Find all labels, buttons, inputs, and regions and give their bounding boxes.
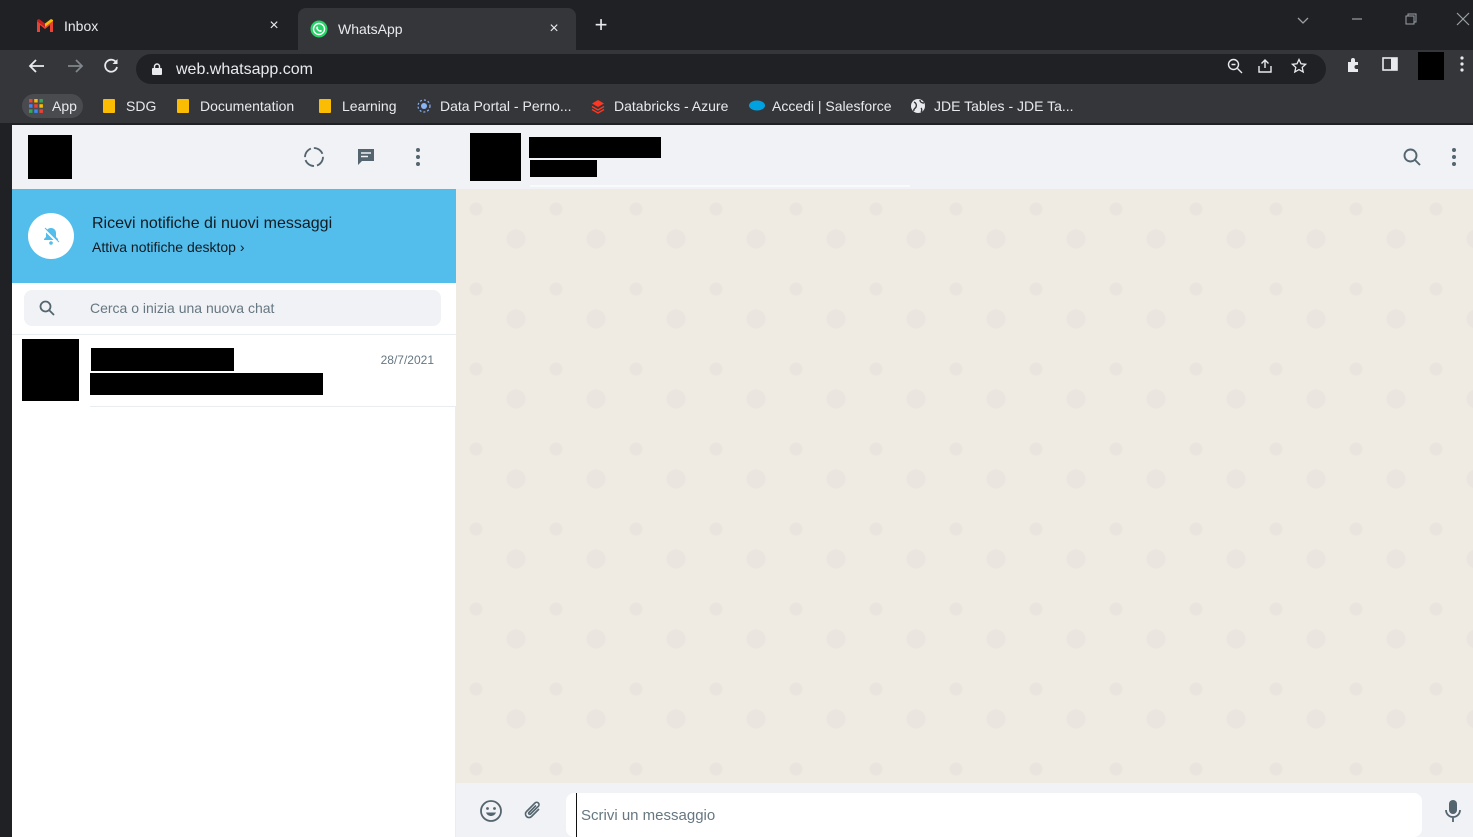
composer-bar (456, 783, 1473, 837)
bell-off-icon (28, 213, 74, 259)
search-input[interactable] (90, 290, 430, 326)
conversation-menu-icon[interactable] (1442, 145, 1466, 169)
share-icon[interactable] (1254, 58, 1276, 80)
back-icon[interactable] (24, 56, 50, 82)
enable-desktop-notifications-link[interactable]: Attiva notifiche desktop › (92, 239, 245, 255)
bookmarks-bar: App SDG Documentation Learning Data Port… (0, 88, 1473, 124)
minimize-icon[interactable] (1346, 12, 1368, 30)
divider (90, 406, 456, 407)
tab-search-chevron-icon[interactable] (1292, 12, 1314, 30)
bookmark-label: Accedi | Salesforce (772, 98, 892, 114)
bookmark-databricks[interactable]: Databricks - Azure (590, 94, 728, 118)
notification-title: Ricevi notifiche di nuovi messaggi (92, 215, 333, 232)
bookmark-label: JDE Tables - JDE Ta... (934, 98, 1074, 114)
emoji-icon[interactable] (478, 798, 504, 824)
conversation-header[interactable] (456, 125, 1473, 189)
search-bar (12, 283, 456, 335)
new-chat-icon[interactable] (354, 145, 378, 169)
conversation-panel (456, 125, 1473, 837)
message-box[interactable] (566, 793, 1422, 837)
message-input[interactable] (576, 793, 1406, 837)
bookmark-label: App (52, 98, 77, 114)
new-tab-button[interactable]: + (588, 12, 614, 38)
apps-grid-icon (28, 98, 44, 114)
search-box[interactable] (24, 290, 441, 326)
tab-close-icon[interactable]: × (544, 20, 564, 38)
chat-list-item[interactable]: 28/7/2021 (12, 335, 456, 407)
bookmark-label: Learning (342, 98, 397, 114)
salesforce-icon (748, 98, 765, 114)
contact-status-redacted (530, 160, 597, 177)
my-avatar[interactable] (28, 135, 72, 179)
contact-avatar[interactable] (470, 133, 521, 181)
search-messages-icon[interactable] (1400, 145, 1424, 169)
microphone-icon[interactable] (1440, 798, 1466, 824)
bookmark-label: SDG (126, 98, 157, 114)
close-window-icon[interactable] (1452, 12, 1473, 31)
browser-tab-strip: Inbox × WhatsApp × + (0, 0, 1473, 50)
bookmark-learning[interactable]: Learning (318, 94, 397, 118)
lock-icon (152, 62, 162, 75)
reload-icon[interactable] (98, 56, 124, 82)
chat-list-panel: Ricevi notifiche di nuovi messaggi Attiv… (12, 125, 456, 837)
bookmark-salesforce[interactable]: Accedi | Salesforce (748, 94, 892, 118)
bookmark-label: Documentation (200, 98, 295, 114)
whatsapp-icon (310, 20, 328, 38)
bookmark-star-icon[interactable] (1288, 57, 1310, 80)
chat-avatar (22, 339, 79, 401)
bookmark-label: Data Portal - Perno... (440, 98, 572, 114)
url-text: web.whatsapp.com (176, 61, 313, 78)
tab-inbox[interactable]: Inbox × (24, 8, 296, 44)
globe-icon (910, 98, 926, 114)
message-area (456, 189, 1473, 783)
tab-whatsapp[interactable]: WhatsApp × (298, 8, 576, 50)
attach-icon[interactable] (520, 798, 546, 824)
tab-inbox-label: Inbox (64, 18, 99, 34)
extensions-icon[interactable] (1342, 56, 1366, 80)
chat-last-message-redacted (90, 373, 323, 395)
search-icon (38, 299, 56, 317)
bookmark-sdg[interactable]: SDG (102, 94, 156, 118)
chat-date: 28/7/2021 (380, 353, 434, 367)
databricks-icon (590, 98, 606, 114)
left-header (12, 125, 456, 189)
bookmark-apps[interactable]: App (22, 94, 83, 118)
chat-name-redacted (91, 348, 234, 371)
side-panel-icon[interactable] (1378, 56, 1402, 80)
folder-icon (318, 98, 334, 114)
menu-icon[interactable] (406, 145, 430, 169)
divider (530, 185, 910, 187)
gmail-icon (36, 17, 54, 35)
restore-icon[interactable] (1400, 12, 1422, 30)
bookmark-label: Databricks - Azure (614, 98, 729, 114)
status-icon[interactable] (302, 145, 326, 169)
folder-icon (102, 98, 118, 114)
profile-avatar[interactable] (1418, 52, 1444, 80)
bookmark-jde-tables[interactable]: JDE Tables - JDE Ta... (910, 94, 1074, 118)
browser-toolbar: web.whatsapp.com (0, 50, 1473, 88)
whatsapp-app: Ricevi notifiche di nuovi messaggi Attiv… (12, 125, 1473, 837)
tab-whatsapp-label: WhatsApp (338, 21, 403, 37)
zoom-icon[interactable] (1224, 58, 1246, 80)
data-portal-icon (416, 98, 432, 114)
bookmark-data-portal[interactable]: Data Portal - Perno... (416, 94, 572, 118)
bookmark-documentation[interactable]: Documentation (176, 94, 294, 118)
forward-icon[interactable] (62, 56, 88, 82)
folder-icon (176, 98, 192, 114)
notification-banner[interactable]: Ricevi notifiche di nuovi messaggi Attiv… (12, 189, 456, 283)
browser-menu-icon[interactable] (1456, 56, 1468, 80)
tab-close-icon[interactable]: × (264, 17, 284, 35)
contact-name-redacted (529, 137, 661, 158)
address-bar[interactable]: web.whatsapp.com (136, 54, 1326, 84)
